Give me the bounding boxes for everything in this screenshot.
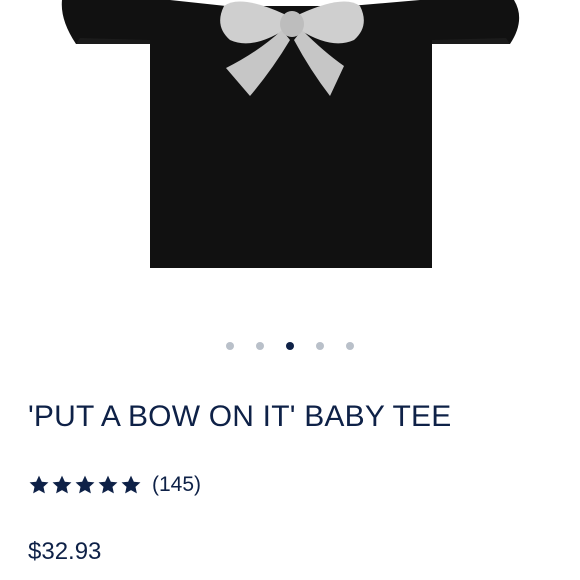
carousel-dot-5[interactable] [346,342,354,350]
star-icon [29,475,49,494]
carousel-indicator [0,342,580,352]
carousel-dot-1[interactable] [226,342,234,350]
product-title: 'PUT A BOW ON IT' BABY TEE [28,400,452,433]
product-rating[interactable]: (145) [28,472,201,498]
review-count[interactable]: (145) [152,473,201,497]
star-icon [52,475,72,494]
baby-tee-image [61,0,520,268]
product-price: $32.93 [28,538,102,565]
star-icon [121,475,141,494]
carousel-dot-4[interactable] [316,342,324,350]
product-image[interactable] [0,0,580,300]
carousel-dot-3[interactable] [286,342,294,350]
rating-stars [28,474,143,496]
star-icon [75,475,95,494]
carousel-dot-2[interactable] [256,342,264,350]
star-icon [98,475,118,494]
